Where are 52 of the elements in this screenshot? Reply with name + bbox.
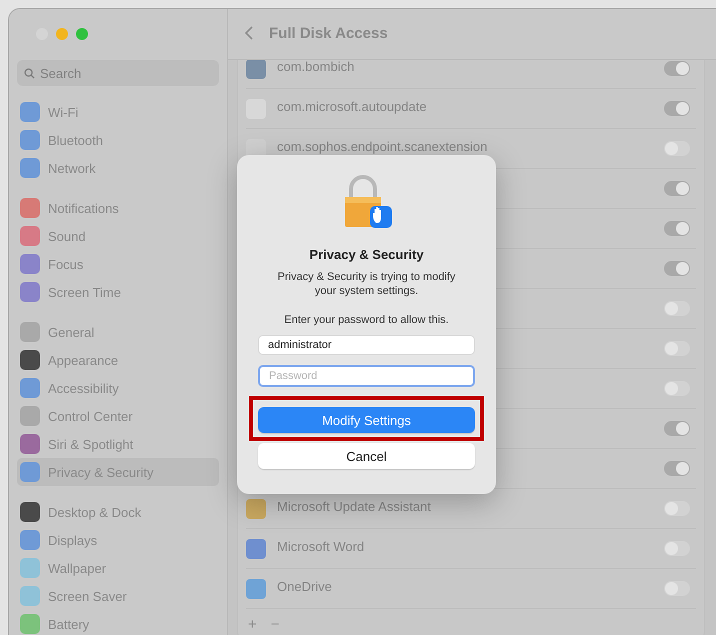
sidebar-item[interactable]: Appearance (17, 346, 219, 374)
app-name: com.bombich (277, 60, 354, 74)
toggle-switch[interactable] (664, 301, 690, 316)
sidebar-item[interactable]: Network (17, 154, 219, 182)
sidebar-item[interactable]: Sound (17, 222, 219, 250)
back-button[interactable] (245, 26, 253, 40)
search-icon (24, 68, 35, 78)
toggle-switch[interactable] (664, 141, 690, 156)
toggle-switch[interactable] (664, 261, 690, 276)
sidebar-item[interactable]: Screen Saver (17, 582, 219, 610)
sidebar-item[interactable]: Battery (17, 610, 219, 635)
sidebar-item[interactable]: Displays (17, 526, 219, 554)
sidebar-item[interactable]: General (17, 318, 219, 346)
toggle-switch[interactable] (664, 61, 690, 76)
toggle-switch[interactable] (664, 381, 690, 396)
sidebar-item[interactable]: Wallpaper (17, 554, 219, 582)
username-field[interactable]: administrator (258, 335, 475, 355)
password-field[interactable]: Password (258, 365, 475, 387)
toggle-switch[interactable] (664, 181, 690, 196)
sidebar-item[interactable]: Siri & Spotlight (17, 430, 219, 458)
app-name: com.microsoft.autoupdate (277, 100, 427, 114)
toggle-switch[interactable] (664, 501, 690, 516)
toggle-switch[interactable] (664, 101, 690, 116)
window-control-button[interactable] (76, 28, 88, 40)
sidebar-item[interactable]: Bluetooth (17, 126, 219, 154)
dialog-message: Privacy & Security is trying to modify your system settings. (276, 270, 456, 298)
app-name: Microsoft Update Assistant (277, 500, 431, 514)
app-name: OneDrive (277, 580, 332, 594)
cancel-button[interactable]: Cancel (258, 443, 475, 469)
app-name: com.sophos.endpoint.scanextension (277, 140, 488, 154)
sidebar-item[interactable]: Focus (17, 250, 219, 278)
sidebar-item[interactable]: Control Center (17, 402, 219, 430)
sidebar-item[interactable]: Desktop & Dock (17, 498, 219, 526)
toggle-switch[interactable] (664, 421, 690, 436)
modify-button[interactable]: Modify Settings (258, 407, 475, 433)
toggle-switch[interactable] (664, 541, 690, 556)
sidebar-item[interactable]: Wi-Fi (17, 98, 219, 126)
toggle-switch[interactable] (664, 221, 690, 236)
page-title: Full Disk Access (269, 24, 388, 42)
sidebar-item[interactable]: Accessibility (17, 374, 219, 402)
dialog-title: Privacy & Security (309, 247, 424, 262)
toggle-switch[interactable] (664, 461, 690, 476)
sidebar-item[interactable]: Notifications (17, 194, 219, 222)
toggle-switch[interactable] (664, 341, 690, 356)
sidebar-item[interactable]: Screen Time (17, 278, 219, 306)
window-control-button[interactable] (56, 28, 68, 40)
remove-button[interactable]: − (270, 616, 280, 632)
search-field[interactable]: Search (17, 60, 219, 86)
app-name: Microsoft Word (277, 540, 364, 554)
dialog-prompt: Enter your password to allow this. (284, 314, 449, 326)
toggle-switch[interactable] (664, 581, 690, 596)
add-button[interactable]: + (248, 616, 257, 632)
